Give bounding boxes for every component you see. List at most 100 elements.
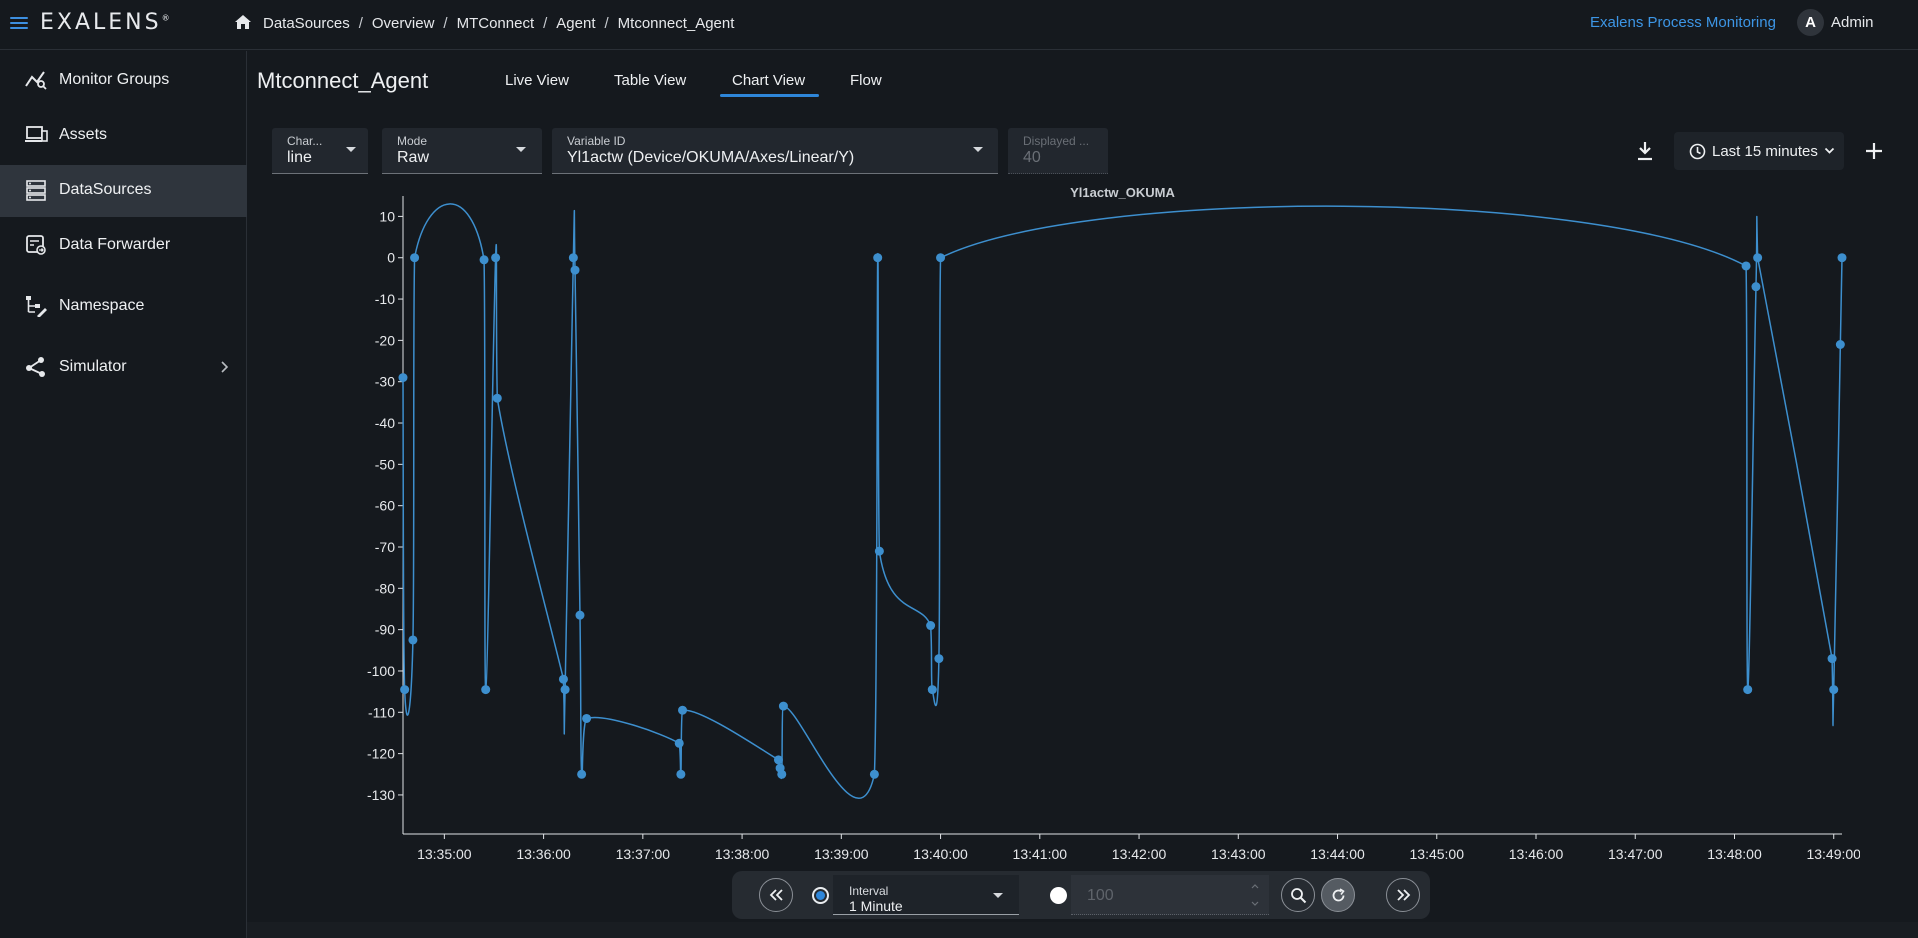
data-point[interactable] [398,373,408,383]
stepper-icon [1251,884,1259,906]
y-tick-label: -40 [375,415,395,431]
menu-icon[interactable] [10,14,28,30]
tab-table-view[interactable]: Table View [614,72,686,89]
breadcrumb-datasources[interactable]: DataSources [263,15,350,32]
monitor-groups-icon [25,71,47,90]
refresh-button[interactable] [1321,878,1355,912]
chart-title: Yl1actw_OKUMA [1070,185,1175,200]
data-point[interactable] [410,253,420,263]
data-point[interactable] [1835,340,1845,350]
breadcrumb-mtconnect[interactable]: MTConnect [457,15,535,32]
search-button[interactable] [1281,878,1315,912]
data-point[interactable] [773,755,783,765]
sidebar-item-assets[interactable]: Assets [0,110,247,162]
data-point[interactable] [927,685,937,695]
data-point[interactable] [674,738,684,748]
home-icon[interactable] [234,14,252,30]
chevron-right-icon[interactable] [220,360,230,374]
data-point[interactable] [568,253,578,263]
breadcrumb-agent[interactable]: Agent [556,15,595,32]
y-tick-label: -50 [375,456,395,472]
data-point[interactable] [492,393,502,403]
data-point[interactable] [778,701,788,711]
data-point[interactable] [575,610,585,620]
data-point[interactable] [874,546,884,556]
interval-select[interactable]: Interval 1 Minute [833,875,1019,915]
assets-icon [25,126,48,142]
data-point[interactable] [934,654,944,664]
previous-page-button[interactable] [759,878,793,912]
next-page-button[interactable] [1386,878,1420,912]
data-point[interactable] [570,265,580,275]
chart-control-bar: Interval 1 Minute 100 [732,871,1430,919]
line-chart: Yl1actw_OKUMA 10 0 -10 -20 -30 -40 -50 -60 -70 -8… [367,185,1860,862]
data-point[interactable] [926,621,936,631]
y-tick-label: 10 [379,208,395,224]
x-tick-label: 13:47:00 [1608,846,1663,862]
y-tick-label: -110 [368,704,395,720]
chart-series [398,203,1847,799]
data-point[interactable] [777,769,787,779]
x-tick-label: 13:49:00 [1806,846,1860,862]
active-tab-indicator [720,94,819,97]
double-chevron-left-icon [769,889,783,901]
data-point[interactable] [400,685,410,695]
count-radio[interactable] [1050,887,1067,904]
data-point[interactable] [479,255,489,265]
chevron-down-icon [973,147,983,152]
double-chevron-right-icon [1397,889,1411,901]
avatar[interactable]: A [1797,9,1824,36]
tab-flow[interactable]: Flow [850,72,882,89]
sidebar-item-datasources[interactable]: DataSources [0,165,247,217]
data-point[interactable] [491,253,501,263]
chart-type-select[interactable]: Char... line [272,128,368,174]
data-point[interactable] [678,705,688,715]
chevron-down-icon [516,147,526,152]
data-point[interactable] [1743,685,1753,695]
page-title: Mtconnect_Agent [257,68,429,93]
x-tick-label: 13:42:00 [1112,846,1167,862]
data-point[interactable] [582,713,592,723]
y-tick-label: -130 [367,787,395,803]
data-point[interactable] [1753,253,1763,263]
data-point[interactable] [676,769,686,779]
data-point[interactable] [936,253,946,263]
x-tick-label: 13:36:00 [516,846,571,862]
add-icon[interactable] [1863,140,1885,162]
data-point[interactable] [558,674,568,684]
sidebar: Monitor Groups Assets DataSources Data F… [0,51,247,938]
sidebar-item-monitor-groups[interactable]: Monitor Groups [0,55,247,107]
data-point[interactable] [873,253,883,263]
data-point[interactable] [1829,685,1839,695]
data-point[interactable] [1751,282,1761,292]
user-name[interactable]: Admin [1831,14,1874,31]
data-point[interactable] [560,685,570,695]
sidebar-item-namespace[interactable]: Namespace [0,281,247,333]
y-tick-label: -20 [375,332,395,348]
mode-select[interactable]: Mode Raw [382,128,542,174]
interval-radio[interactable] [812,887,829,904]
sidebar-item-data-forwarder[interactable]: Data Forwarder [0,220,247,272]
sidebar-item-simulator[interactable]: Simulator [0,342,247,394]
data-point[interactable] [869,769,879,779]
displayed-count-field: Displayed ... 40 [1008,128,1108,174]
y-tick-label: -120 [367,746,395,762]
variable-id-select[interactable]: Variable ID Yl1actw (Device/OKUMA/Axes/L… [552,128,998,174]
clock-icon [1689,143,1706,160]
data-point[interactable] [481,685,491,695]
data-point[interactable] [1741,261,1751,271]
time-range-button[interactable]: Last 15 minutes [1674,132,1844,170]
x-tick-label: 13:39:00 [814,846,869,862]
data-point[interactable] [408,635,418,645]
footer-strip [247,922,1918,938]
tab-live-view[interactable]: Live View [505,72,569,89]
download-icon[interactable] [1636,140,1654,162]
tab-chart-view[interactable]: Chart View [732,72,805,89]
app-link[interactable]: Exalens Process Monitoring [1590,14,1776,31]
breadcrumb-overview[interactable]: Overview [372,15,435,32]
logo: EXALENS® [40,10,170,35]
data-point[interactable] [1827,654,1837,664]
data-point[interactable] [577,769,587,779]
data-point[interactable] [1837,253,1847,263]
count-input: 100 [1071,875,1269,915]
